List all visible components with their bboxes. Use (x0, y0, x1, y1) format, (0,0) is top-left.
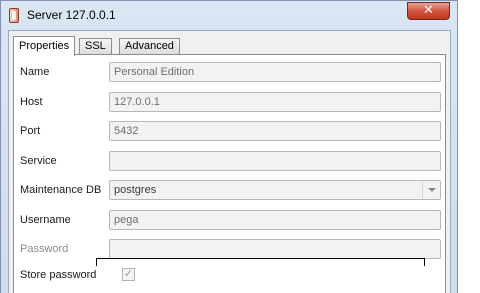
dialog-body: Properties SSL Advanced Name Personal Ed… (8, 30, 451, 293)
close-button[interactable]: ✕ (407, 2, 450, 20)
password-field[interactable] (109, 239, 441, 259)
name-field[interactable]: Personal Edition (109, 62, 441, 82)
tab-advanced[interactable]: Advanced (119, 38, 180, 55)
maintenance-db-label: Maintenance DB (20, 184, 102, 196)
host-label: Host (20, 96, 43, 108)
maintenance-db-select[interactable]: postgres (109, 180, 441, 200)
port-field[interactable]: 5432 (109, 121, 441, 141)
title-bar[interactable]: Server 127.0.0.1 ✕ (1, 1, 457, 30)
store-password-label: Store password (20, 269, 97, 281)
chevron-down-icon[interactable] (422, 181, 440, 199)
username-row: Username pega (20, 210, 444, 232)
store-password-checkbox[interactable]: ✓ (122, 268, 135, 281)
service-row: Service (20, 151, 444, 173)
maintenance-db-row: Maintenance DB postgres (20, 180, 444, 202)
store-password-row: Store password ✓ (20, 265, 444, 287)
port-row: Port 5432 (20, 121, 444, 143)
password-label: Password (20, 243, 69, 255)
tab-ssl[interactable]: SSL (79, 38, 112, 55)
port-label: Port (20, 125, 41, 137)
name-label: Name (20, 66, 50, 78)
next-field-partial[interactable] (96, 258, 425, 266)
maintenance-db-value: postgres (114, 184, 157, 196)
window-title: Server 127.0.0.1 (27, 8, 116, 22)
username-field[interactable]: pega (109, 210, 441, 230)
app-icon (9, 8, 19, 23)
host-row: Host 127.0.0.1 (20, 92, 444, 114)
username-label: Username (20, 214, 71, 226)
service-label: Service (20, 155, 57, 167)
dialog-window: Server 127.0.0.1 ✕ Properties SSL Advanc… (0, 0, 458, 293)
host-field[interactable]: 127.0.0.1 (109, 92, 441, 112)
name-row: Name Personal Edition (20, 62, 444, 84)
tab-properties[interactable]: Properties (13, 36, 76, 56)
service-field[interactable] (109, 151, 441, 171)
